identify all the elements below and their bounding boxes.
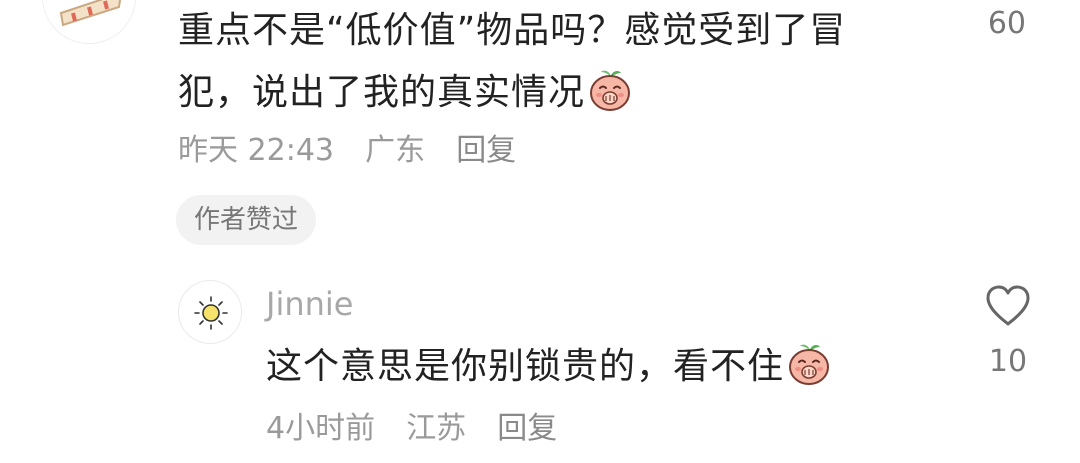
avatar[interactable] [178,280,242,344]
comment-text-line: 重点不是“低价值”物品吗？感觉受到了冒 [178,10,847,51]
like-button[interactable] [982,280,1034,332]
like-count: 10 [988,344,1028,379]
avatar-image [43,0,135,43]
comment-meta: 昨天 22:43 广东 回复 [178,128,516,174]
comment-text[interactable]: 这个意思是你别锁贵的，看不住 [266,336,832,398]
heart-outline-icon [986,285,1030,326]
comment-time: 昨天 22:43 [178,133,334,168]
comment-text-segment: 这个意思是你别锁贵的，看不住 [266,346,785,387]
comment-meta: 4小时前 江苏 回复 [266,406,557,452]
comment-location: 广东 [365,133,426,168]
reply-button[interactable]: 回复 [497,411,557,446]
comment-location: 江苏 [406,411,467,446]
peach-covering-mouth-emoji [590,70,631,111]
comment-time: 4小时前 [266,411,376,446]
comment-text-segment: 犯，说出了我的真实情况 [178,72,586,113]
peach-covering-mouth-emoji [789,344,830,385]
username[interactable]: Jinnie [266,282,353,326]
comment-text[interactable]: 重点不是“低价值”物品吗？感觉受到了冒 犯，说出了我的真实情况 [178,0,918,124]
avatar[interactable] [42,0,136,44]
author-liked-badge: 作者赞过 [176,195,317,245]
reply-button[interactable]: 回复 [456,133,516,168]
like-count: 60 [987,6,1026,41]
sun-icon [194,296,228,330]
comment-text-line: 犯，说出了我的真实情况 [178,62,918,124]
